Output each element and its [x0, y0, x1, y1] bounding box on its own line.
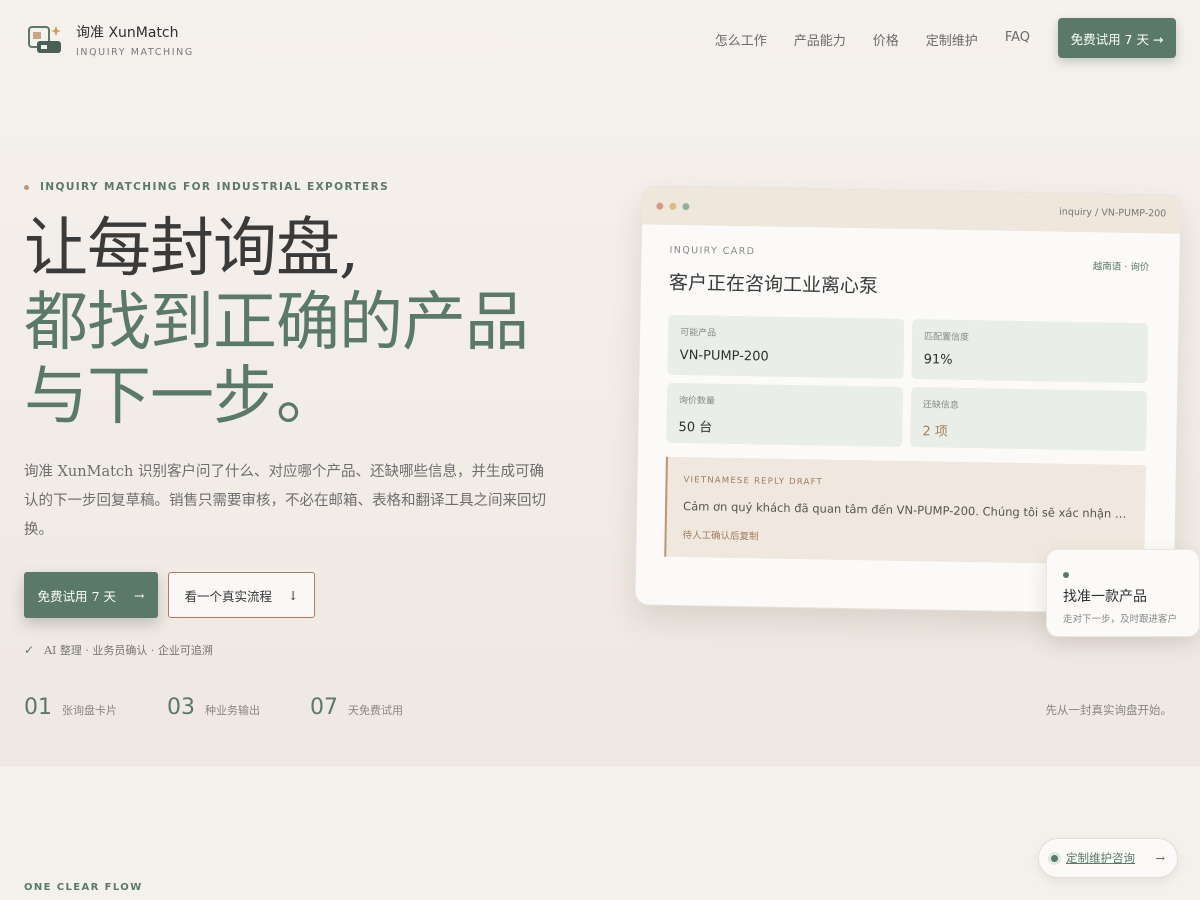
field-label: 可能产品 — [680, 328, 717, 339]
trust-line: ✓ AI 整理 · 业务员确认 · 企业可追溯 — [24, 642, 213, 658]
hero-lead: 询准 XunMatch 识别客户问了什么、对应哪个产品、还缺哪些信息，并生成可确… — [24, 464, 546, 538]
card-eyebrow: INQUIRY CARD — [669, 244, 756, 258]
field-confidence: 匹配置信度 91% — [911, 319, 1149, 384]
consult-button[interactable]: 定制维护咨询 → — [1038, 838, 1178, 878]
hero-eyebrow-text: INQUIRY MATCHING FOR INDUSTRIAL EXPORTER… — [40, 181, 390, 193]
hero-title-line-3: 与下一步。 — [24, 360, 340, 434]
view-flow-label: 看一个真实流程 — [184, 588, 273, 604]
field-label: 还缺信息 — [922, 400, 960, 411]
field-value: 50 台 — [678, 419, 713, 436]
card-fields: 可能产品 VN-PUMP-200 匹配置信度 91% 询价数量 50 台 还缺信… — [666, 314, 1150, 452]
logo-icon — [28, 24, 64, 56]
window-dot-icon — [656, 202, 664, 210]
status-dot-icon — [1063, 572, 1069, 578]
arrow-right-icon: → — [133, 587, 145, 603]
brand-name: 询准 XunMatch — [76, 25, 179, 41]
window-dot-icon — [669, 202, 677, 210]
hero-stats: 01 张询盘卡片 03 种业务输出 07 天免费试用 — [24, 695, 403, 720]
stat-number: 03 — [167, 695, 195, 720]
hero-title-line-2: 都找到正确的产品 — [24, 286, 529, 360]
float-subtitle: 走对下一步，及时跟进客户 — [1063, 614, 1178, 625]
free-trial-button[interactable]: 免费试用 7 天 → — [24, 572, 158, 618]
field-missing-info: 还缺信息 2 项 — [910, 387, 1148, 452]
floating-highlight-card: 找准一款产品 走对下一步，及时跟进客户 — [1046, 549, 1200, 637]
brand-logo[interactable]: 询准 XunMatch INQUIRY MATCHING — [28, 22, 194, 58]
stat-item: 01 张询盘卡片 — [24, 695, 117, 720]
header-trial-button[interactable]: 免费试用 7 天 → — [1058, 18, 1176, 58]
field-value: 2 项 — [922, 424, 948, 440]
consult-label: 定制维护咨询 — [1066, 851, 1135, 865]
field-value: VN-PUMP-200 — [679, 348, 769, 365]
card-body: INQUIRY CARD 越南语 · 询价 客户正在咨询工业离心泵 可能产品 V… — [636, 224, 1180, 585]
nav-custom-maintenance[interactable]: 定制维护 — [926, 30, 978, 49]
field-label: 匹配置信度 — [924, 332, 970, 344]
hero-title: 让每封询盘, 都找到正确的产品 与下一步。 — [24, 212, 529, 434]
window-dot-icon — [682, 202, 690, 210]
draft-label: VIETNAMESE REPLY DRAFT — [683, 475, 824, 488]
stat-number: 07 — [310, 695, 338, 720]
field-quantity: 询价数量 50 台 — [666, 382, 904, 447]
arrow-right-icon: → — [1155, 851, 1165, 865]
stat-number: 01 — [24, 695, 52, 720]
field-label: 询价数量 — [678, 396, 716, 407]
nav-how-it-works[interactable]: 怎么工作 — [715, 30, 767, 49]
main-nav: 怎么工作 产品能力 价格 定制维护 FAQ — [715, 30, 1030, 49]
field-product: 可能产品 VN-PUMP-200 — [667, 314, 905, 379]
hero-title-line-1: 让每封询盘, — [24, 212, 359, 286]
card-title: 客户正在咨询工业离心泵 — [668, 271, 879, 298]
card-language-tag: 越南语 · 询价 — [1092, 261, 1150, 274]
field-value: 91% — [923, 352, 953, 368]
stats-note: 先从一封真实询盘开始。 — [1045, 703, 1173, 717]
free-trial-label: 免费试用 7 天 — [37, 588, 116, 604]
view-flow-button[interactable]: 看一个真实流程 ↓ — [168, 572, 315, 618]
nav-faq[interactable]: FAQ — [1005, 30, 1030, 49]
stat-label: 张询盘卡片 — [62, 704, 117, 717]
stat-item: 03 种业务输出 — [167, 695, 260, 720]
eyebrow-dot-icon — [24, 184, 29, 190]
brand-subtitle: INQUIRY MATCHING — [76, 47, 194, 58]
nav-pricing[interactable]: 价格 — [873, 30, 899, 49]
float-title: 找准一款产品 — [1063, 589, 1147, 605]
draft-status: 待人工确认后复制 — [682, 530, 759, 543]
arrow-down-icon: ↓ — [288, 587, 299, 603]
check-icon: ✓ — [24, 643, 35, 657]
stat-label: 天免费试用 — [348, 704, 403, 717]
section-eyebrow: ONE CLEAR FLOW — [24, 882, 143, 893]
stat-item: 07 天免费试用 — [310, 695, 403, 720]
draft-text: Cảm ơn quý khách đã quan tâm đến VN-PUMP… — [682, 499, 1130, 521]
stat-label: 种业务输出 — [205, 704, 260, 717]
consult-dot-icon — [1051, 854, 1058, 862]
browser-url: inquiry / VN-PUMP-200 — [1059, 206, 1167, 220]
trust-text: AI 整理 · 业务员确认 · 企业可追溯 — [44, 644, 213, 657]
nav-capabilities[interactable]: 产品能力 — [794, 30, 846, 49]
hero-eyebrow: INQUIRY MATCHING FOR INDUSTRIAL EXPORTER… — [24, 181, 389, 193]
